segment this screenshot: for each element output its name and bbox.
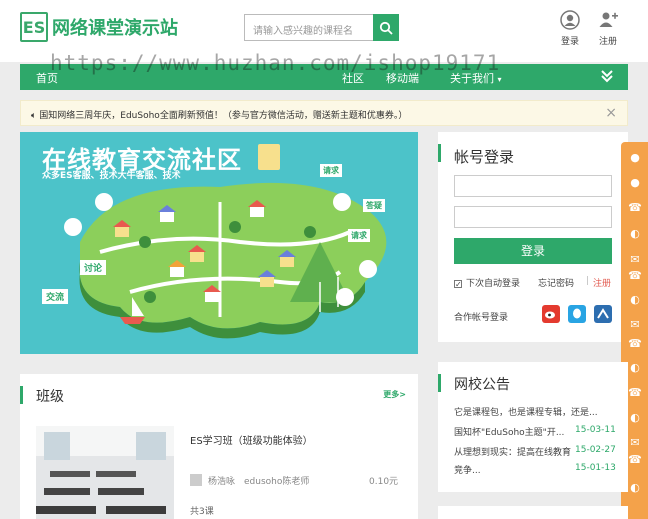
teacher-names: 杨浩咏 edusoho陈老师 <box>208 477 310 487</box>
login-link-label: 登录 <box>560 37 579 47</box>
phone-icon[interactable]: ☎ <box>628 387 642 399</box>
search-icon <box>379 21 393 35</box>
site-logo[interactable]: ES 网络课堂演示站 <box>20 12 178 42</box>
more-link[interactable]: 更多> <box>383 389 406 400</box>
list-item-date: 15-01-13 <box>575 463 616 473</box>
logo-mark: ES <box>20 12 48 42</box>
wechat-icon[interactable]: ◐ <box>628 294 642 306</box>
list-item[interactable]: 国知杯"EduSoho主题"开... <box>454 425 564 438</box>
wechat-icon[interactable]: ◐ <box>628 228 642 240</box>
announcement-panel: 网校公告 它是课程包，也是课程专辑，还是... 国知杯"EduSoho主题"开.… <box>438 362 628 492</box>
nav-item-about-label: 关于我们 <box>450 72 494 85</box>
forgot-password-link[interactable]: 忘记密码 <box>538 276 574 289</box>
register-link[interactable]: 注册 <box>588 10 628 47</box>
mail-icon[interactable]: ✉ <box>628 437 642 449</box>
list-item[interactable]: 竞争... <box>454 463 481 476</box>
search-input[interactable]: 请输入感兴趣的课程名 <box>244 14 374 41</box>
banner-label: 交流 <box>42 289 69 304</box>
login-panel: 帐号登录 登录 ✓ 下次自动登录 忘记密码 | 注册 合作帐号登录 <box>438 132 628 342</box>
class-price: 0.10元 <box>369 477 399 487</box>
list-item-date: 15-02-27 <box>575 445 616 455</box>
class-teacher: 杨浩咏 edusoho陈老师 <box>190 474 309 487</box>
renren-icon[interactable] <box>594 305 612 323</box>
social-login-label: 合作帐号登录 <box>454 313 509 323</box>
class-title[interactable]: ES学习班（班级功能体验） <box>190 432 313 447</box>
qq-icon[interactable]: ● <box>628 152 642 164</box>
login-title: 帐号登录 <box>454 148 515 166</box>
site-name: 网络课堂演示站 <box>52 18 178 39</box>
wechat-icon[interactable]: ◐ <box>628 412 642 424</box>
list-item[interactable]: 从理想到现实：提高在线教育 <box>454 445 571 458</box>
link-separator: | <box>586 276 590 286</box>
nav-item-community[interactable]: 社区 <box>342 70 364 86</box>
banner-subtitle: 众多ES客服、技术大牛客服、技术 <box>42 171 181 181</box>
phone-icon[interactable]: ☎ <box>628 202 642 214</box>
remember-me-label: 下次自动登录 <box>466 279 521 289</box>
mail-icon[interactable]: ✉ <box>628 254 642 266</box>
phone-icon[interactable]: ☎ <box>628 270 642 282</box>
mail-icon[interactable]: ✉ <box>628 319 642 331</box>
weibo-icon[interactable] <box>542 305 560 323</box>
qq-icon[interactable]: ● <box>628 177 642 189</box>
username-field[interactable] <box>454 175 612 197</box>
search-button[interactable] <box>373 14 399 41</box>
double-chevron-down-icon[interactable] <box>600 69 614 83</box>
password-field[interactable] <box>454 206 612 228</box>
qq-icon[interactable] <box>568 305 586 323</box>
user-icon <box>560 10 580 30</box>
list-item[interactable]: 它是课程包，也是课程专辑，还是... <box>454 405 598 418</box>
close-icon[interactable]: × <box>605 105 617 121</box>
nav-item-home[interactable]: 首页 <box>36 70 58 86</box>
notice-text: 国知网络三周年庆，EduSoho全面刷新预值！（参与官方微信活动，赠送新主题和优… <box>39 111 408 121</box>
register-link-inline[interactable]: 注册 <box>593 276 611 289</box>
register-link-label: 注册 <box>598 37 617 47</box>
section-accent <box>438 374 441 392</box>
phone-icon[interactable]: ☎ <box>628 454 642 466</box>
avatar <box>190 474 202 486</box>
banner-label: 讨论 <box>80 260 107 275</box>
hero-banner[interactable]: 在线教育交流社区 众多ES客服、技术大牛客服、技术 请求 讨论 交流 答疑 请求 <box>20 132 418 354</box>
class-thumbnail[interactable] <box>36 426 174 519</box>
nav-item-mobile[interactable]: 移动端 <box>386 70 419 86</box>
announcement-title: 网校公告 <box>454 377 510 393</box>
banner-label: 答疑 <box>363 199 385 212</box>
login-accent <box>438 144 441 162</box>
wechat-icon[interactable]: ◐ <box>628 362 642 374</box>
wechat-icon[interactable]: ◐ <box>628 482 642 494</box>
banner-label: 请求 <box>348 229 370 242</box>
speaker-icon: 🔈︎ <box>31 111 37 121</box>
section-title: 班级 <box>36 389 64 405</box>
header: ES 网络课堂演示站 请输入感兴趣的课程名 登录 注册 <box>0 0 648 62</box>
announcement-bar: 🔈︎ 国知网络三周年庆，EduSoho全面刷新预值！（参与官方微信活动，赠送新主… <box>20 100 628 126</box>
list-item-date: 15-03-11 <box>575 425 616 435</box>
login-button[interactable]: 登录 <box>454 238 612 264</box>
remember-me-checkbox[interactable]: ✓ 下次自动登录 <box>454 276 520 289</box>
section-accent <box>20 386 23 404</box>
main-nav: 首页 社区 移动端 关于我们 ▾ <box>20 64 628 90</box>
panel-edge <box>438 506 628 519</box>
class-course-count: 共3课 <box>190 507 214 517</box>
phone-icon[interactable]: ☎ <box>628 338 642 350</box>
caret-down-icon: ▾ <box>497 75 502 84</box>
login-link[interactable]: 登录 <box>550 10 590 47</box>
class-section: 班级 更多> ES学习班（班级功能体验） 杨浩咏 edusoho陈老师 0.10… <box>20 374 418 519</box>
add-user-icon <box>599 12 618 27</box>
nav-item-about[interactable]: 关于我们 ▾ <box>450 70 502 86</box>
banner-label: 请求 <box>320 164 342 177</box>
checkbox-checked-icon: ✓ <box>454 280 462 289</box>
